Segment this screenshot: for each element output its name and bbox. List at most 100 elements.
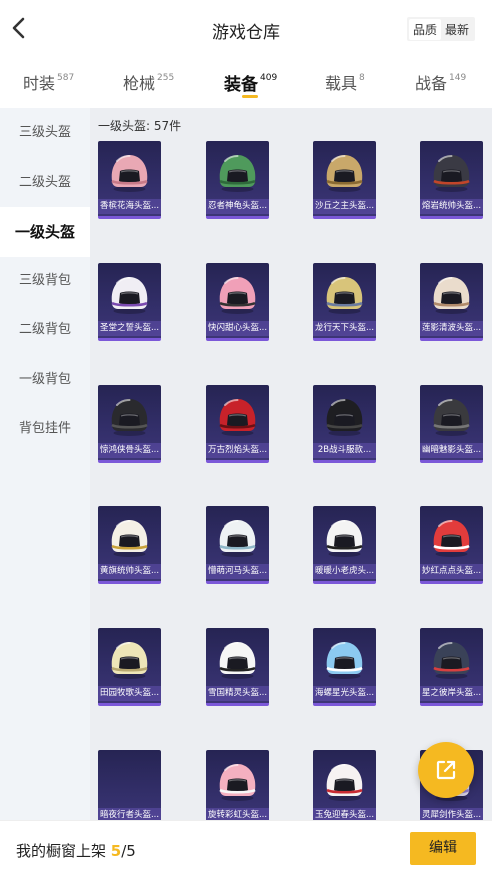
helmet-name: 黄旗统帅头盔... [98, 564, 161, 579]
helmet-icon [111, 277, 148, 314]
helmet-name: 星之彼岸头盔... [420, 686, 483, 701]
helmet-name: 玉兔迎春头盔... [313, 808, 376, 820]
helmet-card[interactable]: 雪国精灵头盔... [206, 628, 269, 706]
helmet-icon [111, 399, 148, 436]
showcase-total-count: /5 [121, 842, 136, 860]
tab-count: 8 [359, 72, 365, 83]
tab-supplies[interactable]: 战备 149 [415, 70, 466, 94]
helmet-icon [326, 642, 363, 679]
helmet-name: 田园牧歌头盔... [98, 686, 161, 701]
helmet-name: 雪国精灵头盔... [206, 686, 269, 701]
sort-toggle: 品质 最新 [406, 17, 475, 41]
sidebar-item-level2-helmet[interactable]: 二级头盔 [0, 158, 90, 208]
tab-fashion[interactable]: 时装 587 [23, 70, 74, 94]
helmet-name: 海螺星光头盔... [313, 686, 376, 701]
showcase-label: 我的橱窗上架 [16, 842, 107, 860]
helmet-name: 忍者神龟头盔... [206, 199, 269, 214]
header: 游戏仓库 品质 最新 [0, 0, 492, 58]
helmet-card[interactable]: 沙丘之主头盔... [313, 141, 376, 219]
helmet-card[interactable]: 星之彼岸头盔... [420, 628, 483, 706]
helmet-icon [433, 642, 470, 679]
helmet-name: 妙红点点头盔... [420, 564, 483, 579]
helmet-card[interactable]: 圣堂之誓头盔... [98, 263, 161, 341]
helmet-card[interactable]: 妙红点点头盔... [420, 506, 483, 584]
item-grid: 一级头盔: 57件 香槟花海头盔... 忍者神龟头盔... 沙丘之主头盔... … [90, 108, 492, 820]
tab-label: 战备 [415, 74, 448, 93]
helmet-icon [219, 155, 256, 192]
showcase-current-count: 5 [110, 842, 122, 860]
helmet-icon [219, 642, 256, 679]
helmet-name: 懵萌河马头盔... [206, 564, 269, 579]
helmet-name: 旋转彩虹头盔... [206, 808, 269, 820]
tab-count: 255 [157, 72, 175, 83]
helmet-card[interactable]: 熔岩统帅头盔... [420, 141, 483, 219]
helmet-icon [219, 399, 256, 436]
helmet-icon [326, 764, 363, 801]
helmet-card[interactable]: 快闪甜心头盔... [206, 263, 269, 341]
helmet-icon [111, 155, 148, 192]
helmet-card[interactable]: 惊鸿侠骨头盔... [98, 385, 161, 463]
tab-label: 装备 [224, 75, 258, 95]
sidebar-item-level1-helmet[interactable]: 一级头盔 [0, 207, 90, 257]
sidebar-item-backpack-charm[interactable]: 背包挂件 [0, 404, 90, 454]
showcase-status: 我的橱窗上架 5/5 [16, 840, 136, 861]
helmet-name: 香槟花海头盔... [98, 199, 161, 214]
sidebar: 三级头盔 二级头盔 一级头盔 三级背包 二级背包 一级背包 背包挂件 [0, 108, 90, 820]
helmet-icon [326, 520, 363, 557]
helmet-name: 灵犀剑作头盔... [420, 808, 483, 820]
helmet-card[interactable]: 田园牧歌头盔... [98, 628, 161, 706]
helmet-icon [326, 277, 363, 314]
tab-count: 149 [449, 72, 467, 83]
item-count-label: 一级头盔: 57件 [98, 119, 182, 133]
helmet-card[interactable]: 黄旗统帅头盔... [98, 506, 161, 584]
helmet-card[interactable]: 2B战斗服款... [313, 385, 376, 463]
helmet-icon [433, 277, 470, 314]
helmet-card[interactable]: 玉兔迎春头盔... [313, 750, 376, 820]
edit-button[interactable]: 编辑 [410, 832, 476, 865]
helmet-name: 熔岩统帅头盔... [420, 199, 483, 214]
helmet-card[interactable]: 暖暖小老虎头... [313, 506, 376, 584]
helmet-card[interactable]: 香槟花海头盔... [98, 141, 161, 219]
helmet-name: 沙丘之主头盔... [313, 199, 376, 214]
helmet-icon [111, 642, 148, 679]
helmet-name: 暖暖小老虎头... [313, 564, 376, 579]
helmet-card[interactable]: 懵萌河马头盔... [206, 506, 269, 584]
tab-weapons[interactable]: 枪械 255 [123, 70, 174, 94]
sidebar-item-level3-backpack[interactable]: 三级背包 [0, 256, 90, 306]
helmet-name: 龙行天下头盔... [313, 321, 376, 336]
helmet-card[interactable]: 万古烈焰头盔... [206, 385, 269, 463]
helmet-name: 快闪甜心头盔... [206, 321, 269, 336]
tab-label: 载具 [325, 74, 358, 93]
category-tabs: 时装 587 枪械 255 装备 409 载具 8 战备 149 [0, 58, 492, 106]
sidebar-item-level1-backpack[interactable]: 一级背包 [0, 355, 90, 405]
helmet-icon [111, 520, 148, 557]
sort-newest-option[interactable]: 最新 [441, 19, 473, 40]
helmet-card[interactable]: 忍者神龟头盔... [206, 141, 269, 219]
helmet-card[interactable]: 旋转彩虹头盔... [206, 750, 269, 820]
helmet-card[interactable]: 暗夜行者头盔... [98, 750, 161, 820]
tab-label: 枪械 [123, 74, 156, 93]
tab-equipment[interactable]: 装备 409 [224, 70, 277, 95]
sidebar-item-level3-helmet[interactable]: 三级头盔 [0, 108, 90, 158]
helmet-name: 幽暗魅影头盔... [420, 443, 483, 458]
helmet-name: 莲影清波头盔... [420, 321, 483, 336]
showcase-bar: 我的橱窗上架 5/5 编辑 [0, 820, 492, 876]
helmet-name: 暗夜行者头盔... [98, 808, 161, 820]
helmet-icon [219, 277, 256, 314]
helmet-icon [433, 399, 470, 436]
tab-vehicles[interactable]: 载具 8 [325, 70, 365, 94]
helmet-name: 圣堂之誓头盔... [98, 321, 161, 336]
helmet-icon [219, 520, 256, 557]
helmet-icon [326, 399, 363, 436]
tab-count: 409 [260, 73, 278, 84]
sidebar-item-level2-backpack[interactable]: 二级背包 [0, 305, 90, 355]
sort-quality-option[interactable]: 品质 [408, 18, 441, 40]
helmet-card[interactable]: 海螺星光头盔... [313, 628, 376, 706]
share-button[interactable] [418, 742, 474, 798]
helmet-icon [433, 520, 470, 557]
helmet-card[interactable]: 龙行天下头盔... [313, 263, 376, 341]
tab-label: 时装 [23, 74, 56, 93]
helmet-card[interactable]: 幽暗魅影头盔... [420, 385, 483, 463]
helmet-card[interactable]: 莲影清波头盔... [420, 263, 483, 341]
helmet-icon [326, 155, 363, 192]
